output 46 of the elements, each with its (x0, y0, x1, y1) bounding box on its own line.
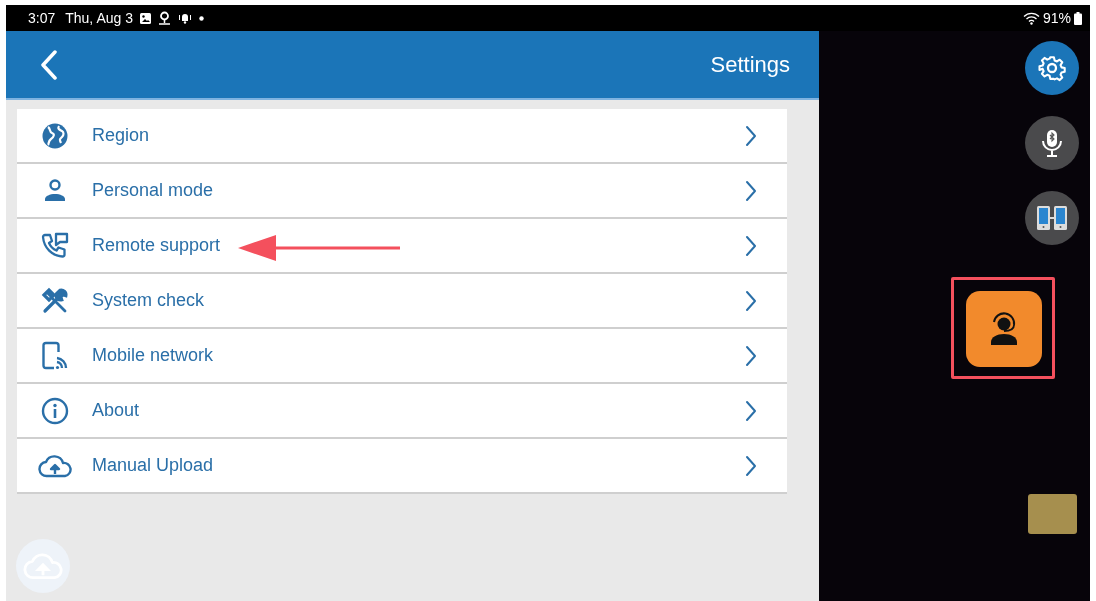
settings-row[interactable]: Manual Upload (17, 439, 787, 494)
settings-row[interactable]: Remote support (17, 219, 787, 274)
support-button[interactable] (966, 291, 1042, 367)
chevron-icon (745, 289, 757, 312)
bell-icon (176, 12, 193, 24)
wifi-icon (1022, 11, 1040, 25)
two-phones-icon (1036, 205, 1068, 231)
settings-row[interactable]: System check (17, 274, 787, 329)
chevron-icon (745, 124, 757, 147)
row-label: System check (92, 290, 205, 311)
settings-icon (1038, 54, 1066, 82)
row-label: Mobile network (92, 345, 214, 366)
image-icon (138, 11, 152, 25)
screen-title: Settings (710, 51, 790, 78)
chevron-icon (745, 234, 757, 257)
row-label: Personal mode (92, 180, 214, 201)
cloud-upload-icon (37, 453, 72, 478)
phone-signal-icon (40, 340, 69, 371)
settings-row[interactable]: Mobile network (17, 329, 787, 384)
battery-icon (1074, 11, 1082, 25)
phone-chat-icon (40, 231, 69, 260)
date: Thu, Aug 3 (65, 10, 133, 26)
settings-row[interactable]: Personal mode (17, 164, 787, 219)
chevron-icon (745, 454, 757, 477)
settings-row[interactable]: About (17, 384, 787, 439)
info-icon (40, 396, 69, 425)
globe-icon (40, 121, 69, 150)
row-label: About (92, 400, 140, 421)
row-label: Manual Upload (92, 455, 214, 476)
bluetooth-microphone-icon (1040, 128, 1064, 158)
battery-percent: 91% (1042, 10, 1071, 26)
dot-icon (198, 15, 204, 21)
settings-row[interactable]: Region (17, 109, 787, 164)
square-swatch (1028, 494, 1077, 534)
chevron-icon (745, 179, 757, 202)
row-label: Region (92, 125, 150, 146)
tools-icon (40, 286, 69, 315)
chevron-icon (745, 399, 757, 422)
chevron-icon (745, 344, 757, 367)
round-button[interactable] (1025, 191, 1079, 245)
round-button[interactable] (1025, 41, 1079, 95)
person-icon (42, 177, 67, 204)
location-icon (157, 11, 171, 25)
clock: 3:07 (28, 10, 56, 26)
row-label: Remote support (92, 235, 221, 256)
round-button[interactable] (1025, 116, 1079, 170)
